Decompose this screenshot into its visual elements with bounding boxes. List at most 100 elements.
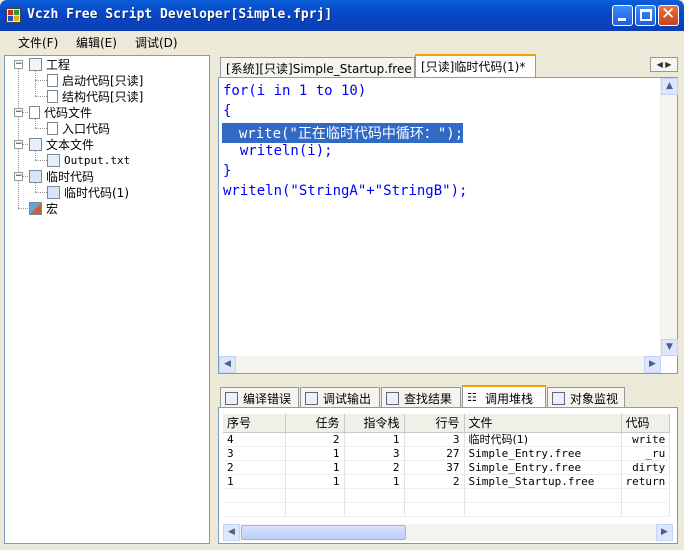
tree-item-temp-code-1[interactable]: 临时代码(1) [47,184,129,200]
cell-code: dirty [621,460,671,475]
maximize-icon [640,9,652,21]
document-icon [47,121,58,135]
menu-edit[interactable]: 编辑(E) [76,34,117,51]
cell-file: 临时代码(1) [464,432,622,447]
cell-index: 2 [223,460,286,475]
list-icon: ☷ [467,391,477,404]
tree-item-label: 入口代码 [62,121,111,136]
tab-label: 对象监视 [570,392,619,406]
close-button[interactable]: ✕ [658,4,679,26]
scroll-down-icon[interactable]: ▼ [661,339,678,356]
call-stack-panel[interactable]: 序号 任务 指令栈 行号 文件 代码 4 2 1 3 临时代码(1) write… [218,407,678,544]
cell-code: return [621,474,671,489]
code-line: { [223,103,232,119]
macro-icon [29,201,42,215]
table-row[interactable]: 3 1 3 27 Simple_Entry.free _ru [223,446,671,461]
column-header[interactable]: 指令栈 [344,414,405,433]
menu-debug[interactable]: 调试(D) [135,34,178,51]
cell-instruction-stack: 3 [344,446,405,461]
tree-item-label: 宏 [46,201,59,216]
column-header[interactable]: 代码 [621,414,671,433]
cell-instruction-stack: 1 [344,474,405,489]
call-stack-table: 序号 任务 指令栈 行号 文件 代码 4 2 1 3 临时代码(1) write… [223,414,671,517]
app-icon [6,8,21,23]
table-row[interactable]: 2 1 2 37 Simple_Entry.free dirty [223,460,671,475]
tree-item-label: 临时代码 [46,169,95,184]
cell-file: Simple_Entry.free [464,460,622,475]
tab-temp-code-1[interactable]: [只读]临时代码(1)* [415,54,536,78]
selected-code-line: write("正在临时代码中循环："); [222,123,464,143]
tree-item-project[interactable]: 工程 [29,56,70,72]
empty-row [223,488,671,503]
expand-text-files-icon[interactable]: − [14,140,23,149]
temp-code-icon [29,169,42,183]
column-header[interactable]: 文件 [464,414,622,433]
tab-scroll-buttons[interactable]: ◀ ▶ [650,57,678,72]
tab-simple-startup[interactable]: [系统][只读]Simple_Startup.free [220,57,415,77]
project-tree[interactable]: − 工程 启动代码[只读] 结构代码[只读] − 代码文件 入口代码 − 文本文… [4,55,210,544]
editor-tab-strip: [系统][只读]Simple_Startup.free [只读]临时代码(1)*… [216,54,680,78]
cell-line: 3 [404,432,465,447]
tree-item-label: 工程 [46,57,71,72]
scroll-left-icon[interactable]: ◀ [219,356,236,373]
scroll-right-icon[interactable]: ▶ [644,356,661,373]
expand-project-icon[interactable]: − [14,60,23,69]
tree-item-temp-code[interactable]: 临时代码 [29,168,94,184]
expand-code-files-icon[interactable]: − [14,108,23,117]
expand-temp-code-icon[interactable]: − [14,172,23,181]
minimize-button[interactable] [612,5,633,26]
cell-task: 2 [285,432,345,447]
cell-file: Simple_Entry.free [464,446,622,461]
cell-line: 2 [404,474,465,489]
tab-object-watch[interactable]: 对象监视 [547,387,625,407]
scroll-up-icon[interactable]: ▲ [661,78,678,95]
tree-item-text-files[interactable]: 文本文件 [29,136,94,152]
editor-horizontal-scrollbar[interactable]: ◀ ▶ [219,356,661,373]
tab-debug-output[interactable]: 调试输出 [300,387,380,407]
project-icon [29,57,42,71]
output-tab-strip: 编译错误 调试输出 查找结果 ☷ 调用堆栈 对象监视 [216,385,680,408]
tab-compile-errors[interactable]: 编译错误 [220,387,299,407]
maximize-button[interactable] [635,5,656,26]
tree-item-startup-code[interactable]: 启动代码[只读] [47,72,143,88]
column-header[interactable]: 行号 [404,414,465,433]
title-bar[interactable]: Vczh Free Script Developer[Simple.fprj] … [0,0,684,31]
menu-file[interactable]: 文件(F) [18,34,58,51]
tab-label: 编译错误 [243,392,292,406]
tab-find-results[interactable]: 查找结果 [381,387,461,407]
editor-vertical-scrollbar[interactable]: ▲ ▼ [660,78,678,356]
scroll-left-icon[interactable]: ◀ [223,524,240,541]
tab-label: 调用堆栈 [485,392,534,406]
tree-item-label: 代码文件 [44,105,93,120]
tree-item-macro[interactable]: 宏 [29,200,58,216]
cell-line: 27 [404,446,465,461]
tab-label: [只读]临时代码(1)* [421,60,526,74]
binoculars-icon [386,392,399,405]
column-header[interactable]: 序号 [223,414,286,433]
tab-label: 查找结果 [404,392,453,406]
scroll-right-icon[interactable]: ▶ [656,524,673,541]
tree-item-code-files[interactable]: 代码文件 [29,104,92,120]
table-row[interactable]: 1 1 1 2 Simple_Startup.free return [223,474,671,489]
text-file-icon [47,153,60,167]
temp-code-icon [47,185,60,199]
cell-instruction-stack: 2 [344,460,405,475]
code-line: } [223,163,232,179]
table-row[interactable]: 4 2 1 3 临时代码(1) write [223,432,671,447]
cell-instruction-stack: 1 [344,432,405,447]
code-line: writeln("StringA"+"StringB"); [223,183,468,199]
tree-item-entry-code[interactable]: 入口代码 [47,120,110,136]
tree-item-struct-code[interactable]: 结构代码[只读] [47,88,143,104]
column-header[interactable]: 任务 [285,414,345,433]
tree-item-output-txt[interactable]: Output.txt [47,152,130,168]
cell-file: Simple_Startup.free [464,474,622,489]
cell-code: _ru [621,446,671,461]
minimize-icon [618,18,626,21]
table-horizontal-scrollbar[interactable]: ◀ ▶ [223,524,673,541]
code-editor[interactable]: for(i in 1 to 10) { write("正在临时代码中循环：");… [218,77,678,374]
scrollbar-thumb[interactable] [241,525,406,540]
tree-item-label: 结构代码[只读] [62,89,144,104]
tree-item-label: 文本文件 [46,137,95,152]
tab-call-stack[interactable]: ☷ 调用堆栈 [462,385,546,408]
cell-line: 37 [404,460,465,475]
